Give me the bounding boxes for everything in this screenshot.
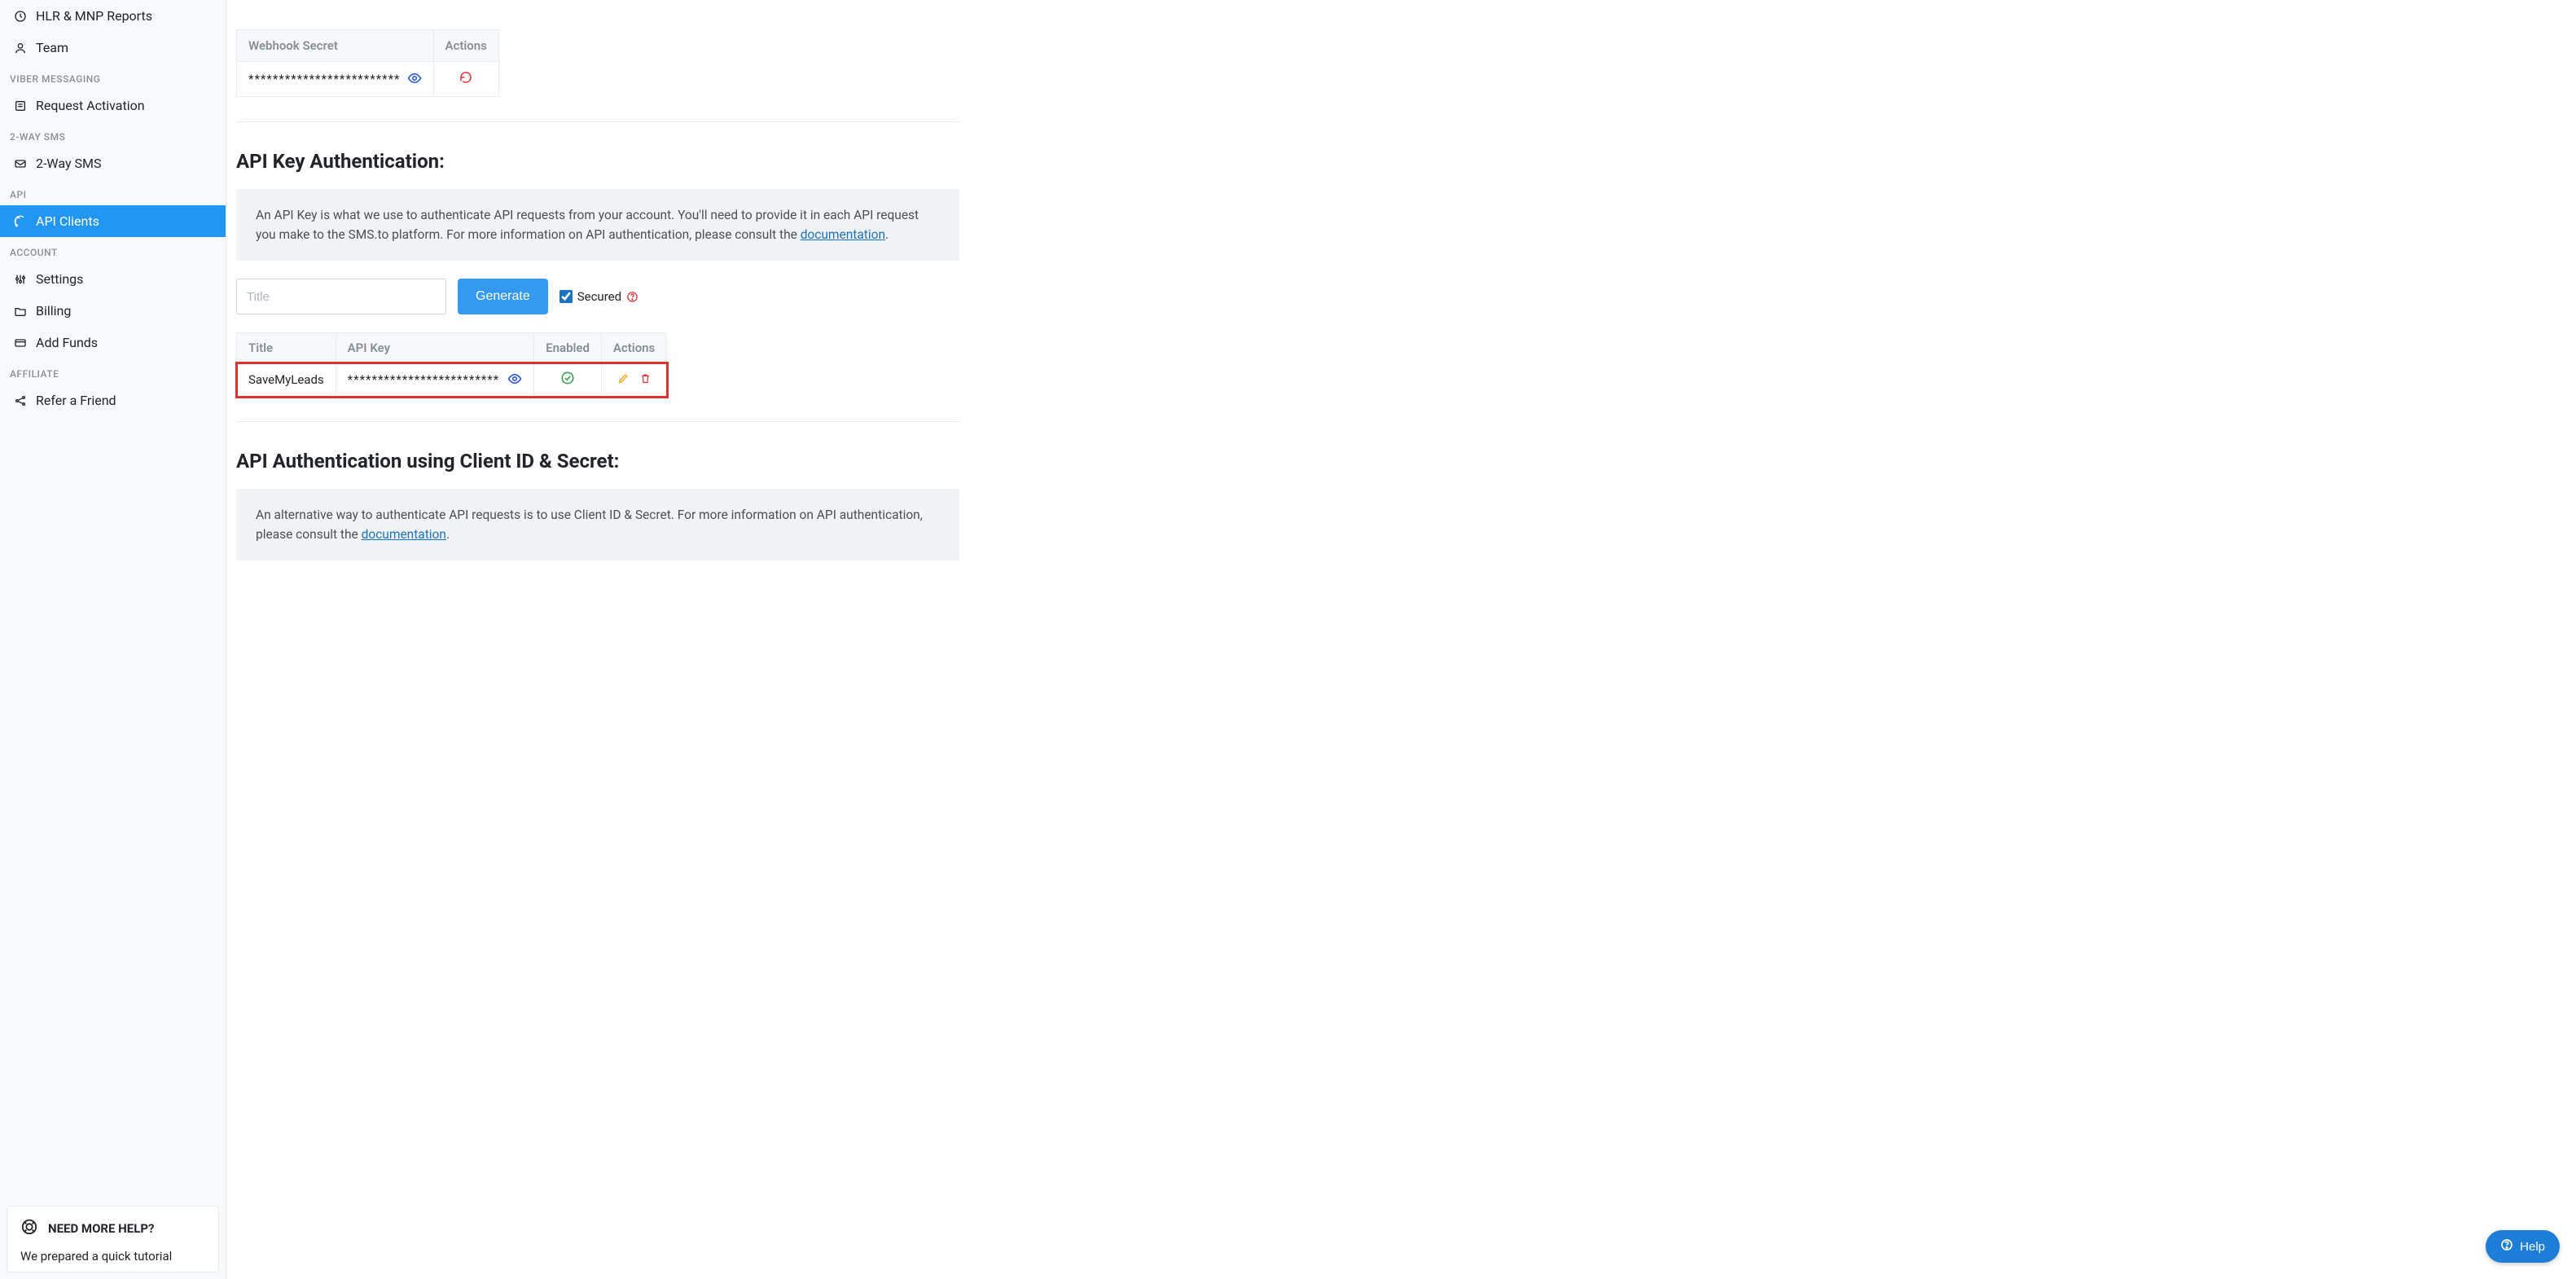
sidebar-item-hlr-reports[interactable]: HLR & MNP Reports (0, 0, 226, 32)
secured-checkbox-wrap[interactable]: Secured (560, 289, 639, 304)
col-api-key: API Key (336, 333, 534, 363)
user-icon (13, 41, 28, 55)
secured-label: Secured (577, 289, 621, 304)
sidebar-item-label: Settings (36, 271, 83, 287)
sidebar-section-viber: VIBER MESSAGING (0, 64, 226, 90)
api-key-title-input[interactable] (236, 279, 446, 314)
enabled-check-icon (560, 374, 575, 389)
sidebar-item-add-funds[interactable]: Add Funds (0, 327, 226, 358)
sidebar-item-label: Request Activation (36, 98, 145, 113)
divider (236, 421, 959, 422)
col-actions: Actions (433, 30, 498, 62)
api-key-row: SaveMyLeads ************************* (237, 363, 667, 397)
trash-icon (639, 372, 652, 387)
help-icon[interactable] (626, 291, 639, 303)
regenerate-secret-button[interactable] (459, 70, 473, 87)
webhook-secret-value: ************************* (248, 72, 401, 86)
webhook-secret-table: Webhook Secret Actions *****************… (236, 29, 499, 97)
lifebuoy-icon (20, 1218, 38, 1239)
help-card: NEED MORE HELP? We prepared a quick tuto… (7, 1206, 219, 1272)
help-card-title-text: NEED MORE HELP? (48, 1221, 154, 1236)
sidebar: HLR & MNP Reports Team VIBER MESSAGING R… (0, 0, 226, 1279)
sidebar-item-label: Refer a Friend (36, 393, 116, 408)
sidebar-item-refer-friend[interactable]: Refer a Friend (0, 385, 226, 416)
edit-api-key-button[interactable] (617, 372, 630, 387)
folder-icon (13, 304, 28, 319)
sidebar-item-api-clients[interactable]: API Clients (0, 205, 226, 237)
eye-icon (507, 371, 522, 389)
documentation-link[interactable]: documentation (801, 227, 885, 242)
api-key-info-box: An API Key is what we use to authenticat… (236, 189, 959, 261)
api-key-auth-heading: API Key Authentication: (236, 150, 959, 173)
sidebar-item-settings[interactable]: Settings (0, 263, 226, 295)
pencil-icon (617, 372, 630, 387)
card-icon (13, 336, 28, 350)
form-icon (13, 99, 28, 113)
sidebar-item-team[interactable]: Team (0, 32, 226, 64)
client-secret-heading: API Authentication using Client ID & Sec… (236, 450, 959, 472)
mail-icon (13, 156, 28, 171)
sidebar-item-label: 2-Way SMS (36, 156, 101, 171)
question-icon (2500, 1238, 2513, 1255)
eye-icon (407, 71, 422, 88)
secured-checkbox[interactable] (560, 290, 573, 303)
help-widget-label: Help (2520, 1240, 2545, 1254)
sidebar-item-request-activation[interactable]: Request Activation (0, 90, 226, 121)
api-keys-table: Title API Key Enabled Actions SaveMyLead… (236, 332, 667, 397)
info-suffix: . (446, 527, 450, 542)
documentation-link[interactable]: documentation (362, 527, 446, 542)
api-key-value: ************************* (348, 372, 500, 387)
share-icon (13, 393, 28, 408)
sliders-icon (13, 272, 28, 287)
col-title: Title (237, 333, 336, 363)
col-enabled: Enabled (534, 333, 602, 363)
generate-key-row: Generate Secured (236, 279, 959, 314)
sidebar-item-label: Billing (36, 303, 71, 319)
divider (236, 121, 959, 122)
col-actions: Actions (601, 333, 666, 363)
reveal-secret-button[interactable] (407, 71, 422, 88)
sidebar-item-label: Team (36, 40, 68, 55)
reveal-api-key-button[interactable] (507, 371, 522, 389)
main-content: Webhook Secret Actions *****************… (226, 0, 2576, 1279)
help-card-body: We prepared a quick tutorial (20, 1249, 205, 1264)
signal-icon (13, 214, 28, 229)
clock-icon (13, 9, 28, 24)
col-webhook-secret: Webhook Secret (237, 30, 434, 62)
info-text: An alternative way to authenticate API r… (256, 508, 923, 542)
sidebar-item-2way-sms[interactable]: 2-Way SMS (0, 147, 226, 179)
sidebar-section-2way: 2-WAY SMS (0, 121, 226, 147)
delete-api-key-button[interactable] (639, 372, 652, 387)
api-key-row-title: SaveMyLeads (237, 363, 336, 397)
generate-button[interactable]: Generate (458, 279, 548, 314)
help-widget-button[interactable]: Help (2486, 1230, 2560, 1263)
sidebar-item-label: Add Funds (36, 335, 98, 350)
sidebar-item-label: API Clients (36, 213, 99, 229)
info-suffix: . (885, 227, 889, 242)
refresh-icon (459, 70, 473, 87)
client-secret-info-box: An alternative way to authenticate API r… (236, 489, 959, 560)
sidebar-item-billing[interactable]: Billing (0, 295, 226, 327)
sidebar-item-label: HLR & MNP Reports (36, 8, 152, 24)
sidebar-section-api: API (0, 179, 226, 205)
webhook-row: ************************* (237, 62, 499, 97)
sidebar-section-affiliate: AFFILIATE (0, 358, 226, 385)
sidebar-section-account: ACCOUNT (0, 237, 226, 263)
